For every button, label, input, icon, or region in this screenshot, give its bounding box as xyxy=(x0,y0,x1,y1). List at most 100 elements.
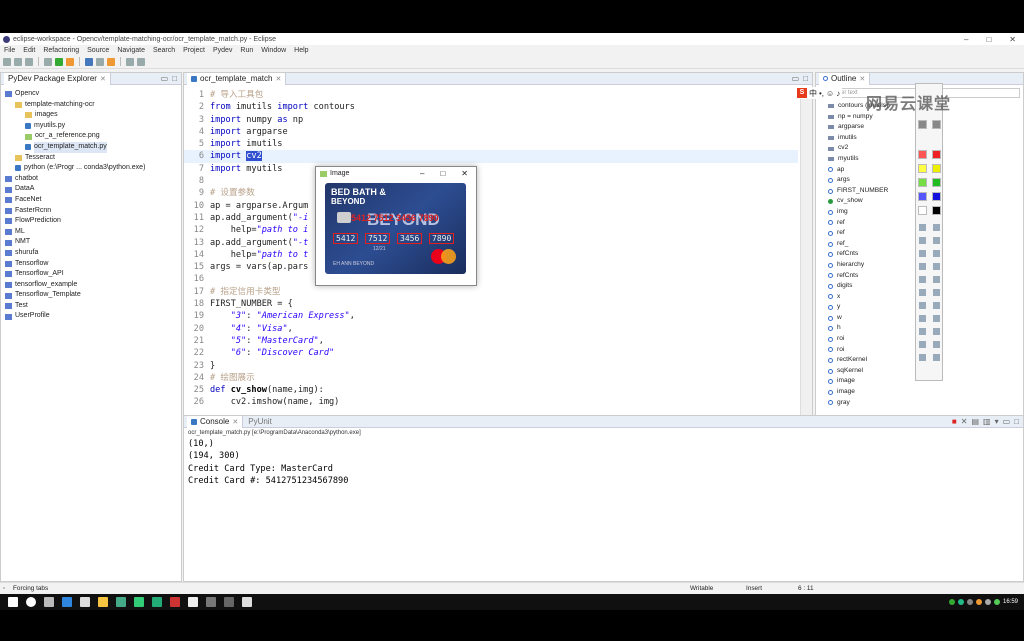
search-icon[interactable] xyxy=(26,597,36,607)
code-line[interactable]: 10 ap = argparse.Argum xyxy=(184,200,798,212)
drawing-tool-icon[interactable] xyxy=(919,263,926,270)
close-button[interactable]: ✕ xyxy=(1009,35,1016,44)
save-icon[interactable] xyxy=(14,57,22,66)
tray-icon[interactable] xyxy=(966,599,973,605)
drawing-tool-icon[interactable] xyxy=(933,302,940,309)
drawing-tool-icon[interactable] xyxy=(933,328,940,335)
color-swatch[interactable] xyxy=(918,150,927,159)
app-icon[interactable] xyxy=(170,597,180,607)
close-icon[interactable]: ✕ xyxy=(859,75,865,83)
menu-edit[interactable]: Edit xyxy=(23,47,35,54)
tray-icon[interactable] xyxy=(948,599,955,605)
menu-project[interactable]: Project xyxy=(183,47,205,54)
code-line[interactable]: 14 help="path to t xyxy=(184,249,798,261)
minimize-panel-button[interactable]: ▭ xyxy=(161,74,169,83)
code-line[interactable]: 20 "4": "Visa", xyxy=(184,323,798,335)
maximize-panel-button[interactable]: □ xyxy=(803,74,808,83)
color-swatch[interactable] xyxy=(932,206,941,215)
edge-icon[interactable] xyxy=(62,597,72,607)
tree-item[interactable]: ML xyxy=(5,227,181,238)
color-swatch[interactable] xyxy=(918,178,927,187)
code-area[interactable]: 1 # 导入工具包 2 from imutils import contours 3 im… xyxy=(184,89,798,439)
app-icon[interactable] xyxy=(116,597,126,607)
close-icon[interactable]: ✕ xyxy=(232,418,238,426)
code-line[interactable]: 4 import argparse xyxy=(184,126,798,138)
tree-item[interactable]: tensorflow_example xyxy=(5,280,181,291)
drawing-tool-icon[interactable] xyxy=(919,289,926,296)
tree-item[interactable]: Tesseract xyxy=(5,153,181,164)
drawing-tool-icon[interactable] xyxy=(919,237,926,244)
tree-item[interactable]: UserProfile xyxy=(5,311,181,322)
tree-item[interactable]: FlowPrediction xyxy=(5,216,181,227)
code-line[interactable]: 18 FIRST_NUMBER = { xyxy=(184,298,798,310)
color-swatch[interactable] xyxy=(918,206,927,215)
vertical-scrollbar[interactable] xyxy=(800,89,812,439)
task-view-icon[interactable] xyxy=(44,597,54,607)
ime-voice-icon[interactable]: ♪ xyxy=(836,89,840,98)
code-line[interactable]: 23} xyxy=(184,360,798,372)
color-swatch[interactable] xyxy=(932,120,941,129)
drawing-tool-icon[interactable] xyxy=(919,341,926,348)
back-icon[interactable] xyxy=(126,57,134,66)
ime-punct-icon[interactable]: •, xyxy=(819,89,824,98)
code-line[interactable]: 24 # 绘图展示 xyxy=(184,372,798,384)
color-swatch[interactable] xyxy=(932,164,941,173)
start-icon[interactable] xyxy=(8,597,18,607)
debug-icon[interactable] xyxy=(44,57,52,66)
menu-search[interactable]: Search xyxy=(153,47,175,54)
outline-item[interactable]: gray xyxy=(828,398,1023,409)
eclipse-taskbar-icon[interactable] xyxy=(224,597,234,607)
tray-icon[interactable] xyxy=(984,599,991,605)
maximize-panel-button[interactable]: □ xyxy=(1014,417,1019,426)
store-icon[interactable] xyxy=(80,597,90,607)
drawing-tool-icon[interactable] xyxy=(919,302,926,309)
color-swatch[interactable] xyxy=(932,192,941,201)
tray-icon[interactable] xyxy=(957,599,964,605)
outline-item[interactable]: image xyxy=(828,387,1023,398)
tree-item[interactable]: myutils.py xyxy=(5,121,181,132)
forward-icon[interactable] xyxy=(137,57,145,66)
tree-item[interactable]: ocr_template_match.py xyxy=(5,141,181,153)
drawing-tool-icon[interactable] xyxy=(933,263,940,270)
ime-emoji-icon[interactable]: ☺ xyxy=(826,89,834,98)
maximize-panel-button[interactable]: □ xyxy=(172,74,177,83)
code-line[interactable]: 1 # 导入工具包 xyxy=(184,89,798,101)
save-all-icon[interactable] xyxy=(25,57,33,66)
tree-item[interactable]: python (e:\Progr ... conda3\python.exe) xyxy=(5,163,181,174)
code-line[interactable]: 17 # 指定信用卡类型 xyxy=(184,286,798,298)
tab-package-explorer[interactable]: PyDev Package Explorer ✕ xyxy=(4,72,111,85)
notes-icon[interactable] xyxy=(242,597,252,607)
notepad-icon[interactable] xyxy=(188,597,198,607)
drawing-tool-icon[interactable] xyxy=(919,315,926,322)
clock[interactable]: 16:59 xyxy=(1003,599,1018,605)
drawing-tool-icon[interactable] xyxy=(933,224,940,231)
minimize-panel-button[interactable]: ▭ xyxy=(792,74,800,83)
code-line[interactable]: 11 ap.add_argument("-i xyxy=(184,212,798,224)
code-line[interactable]: 9 # 设置参数 xyxy=(184,187,798,199)
code-line[interactable]: 7 import myutils xyxy=(184,163,798,175)
maximize-button[interactable]: □ xyxy=(440,169,445,178)
menu-refactoring[interactable]: Refactoring xyxy=(43,47,79,54)
tree-item[interactable]: template-matching-ocr xyxy=(5,100,181,111)
tree-item[interactable]: FaceNet xyxy=(5,195,181,206)
menu-navigate[interactable]: Navigate xyxy=(117,47,145,54)
pin-console-icon[interactable]: ▥ xyxy=(983,417,991,426)
display-console-icon[interactable]: ▾ xyxy=(995,417,999,426)
tree-item[interactable]: Tensorflow_Template xyxy=(5,290,181,301)
close-icon[interactable]: ✕ xyxy=(275,75,281,83)
menu-file[interactable]: File xyxy=(4,47,15,54)
code-line[interactable]: 16 xyxy=(184,273,798,285)
drawing-tool-icon[interactable] xyxy=(933,341,940,348)
minimize-panel-button[interactable]: ▭ xyxy=(1003,417,1011,426)
tree-item[interactable]: NMT xyxy=(5,237,181,248)
color-swatch[interactable] xyxy=(918,164,927,173)
color-swatch[interactable] xyxy=(932,178,941,187)
tab-pyunit[interactable]: PyUnit xyxy=(243,417,272,426)
drawing-tool-icon[interactable] xyxy=(933,315,940,322)
drawing-tool-icon[interactable] xyxy=(919,224,926,231)
tab-ocr-template-match[interactable]: ocr_template_match ✕ xyxy=(187,72,287,85)
code-line[interactable]: 13ap.add_argument("-t , xyxy=(184,237,798,249)
image-window-titlebar[interactable]: Image – □ ✕ xyxy=(316,167,476,180)
menu-source[interactable]: Source xyxy=(87,47,109,54)
image-viewer-icon[interactable] xyxy=(206,597,216,607)
